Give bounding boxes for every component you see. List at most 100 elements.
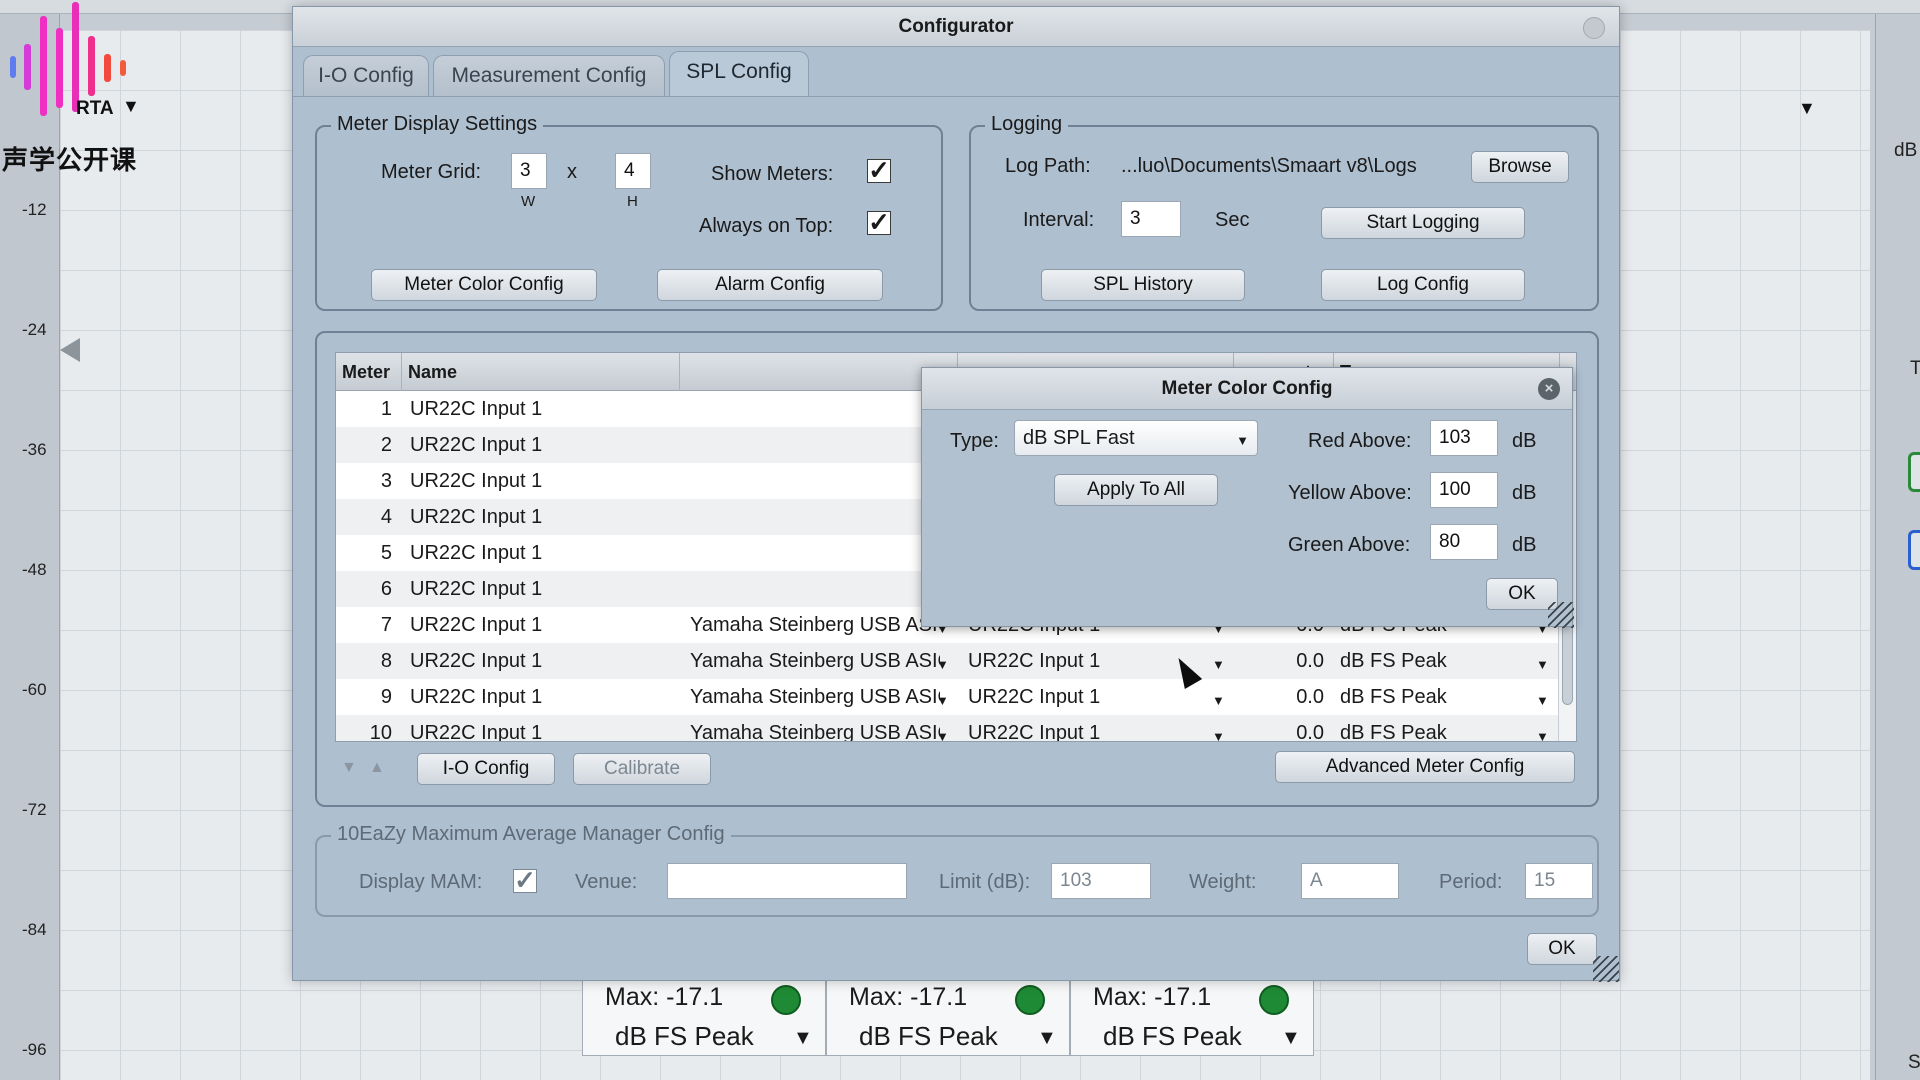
meter-name[interactable]: UR22C Input 1 (410, 427, 680, 463)
header-device[interactable] (680, 353, 958, 391)
spl-meter-tile[interactable]: Max: -17.1 dB FS Peak ▼ (826, 976, 1070, 1056)
meter-type-dropdown-icon[interactable]: ▼ (1281, 1027, 1301, 1050)
meter-name[interactable]: UR22C Input 1 (410, 391, 680, 427)
type-select[interactable]: dB FS Peak (1340, 679, 1530, 715)
period-input[interactable]: 15 (1525, 863, 1593, 899)
yellow-above-input[interactable]: 100 (1430, 472, 1498, 508)
weight-input[interactable]: A (1301, 863, 1399, 899)
chevron-down-icon[interactable]: ▼ (1536, 657, 1549, 672)
meter-name[interactable]: UR22C Input 1 (410, 463, 680, 499)
device-select[interactable] (690, 463, 940, 499)
meter-number: 6 (380, 578, 392, 600)
device-select[interactable]: Yamaha Steinberg USB ASIO (690, 679, 940, 715)
tab-io-config[interactable]: I-O Config (303, 55, 429, 97)
move-up-icon[interactable]: ▲ (369, 759, 385, 777)
meter-number: 9 (380, 686, 392, 708)
spl-meter-tile[interactable]: Max: -17.1 dB FS Peak ▼ (582, 976, 826, 1056)
table-row[interactable]: 10 UR22C Input 1 Yamaha Steinberg USB ASIO… (336, 715, 1576, 741)
spl-meter-tile[interactable]: Max: -17.1 dB FS Peak ▼ (1070, 976, 1314, 1056)
calibrate-value[interactable]: 0.0 (1234, 715, 1324, 741)
tab-measurement-config[interactable]: Measurement Config (433, 55, 665, 97)
meter-color-config-button[interactable]: Meter Color Config (371, 269, 597, 301)
meter-grid-height-input[interactable]: 4 (615, 153, 651, 189)
grid-w-label: W (521, 193, 536, 210)
dialog-resize-grip-icon[interactable] (1548, 602, 1574, 628)
limit-input[interactable]: 103 (1051, 863, 1151, 899)
device-select[interactable]: Yamaha Steinberg USB ASIO (690, 715, 940, 741)
calibrate-button[interactable]: Calibrate (573, 753, 711, 785)
meter-name[interactable]: UR22C Input 1 (410, 571, 680, 607)
chevron-down-icon[interactable]: ▼ (1212, 693, 1225, 708)
rta-dropdown-icon[interactable]: ▼ (122, 96, 140, 117)
device-select[interactable]: Yamaha Steinberg USB ASIO (690, 643, 940, 679)
interval-input[interactable]: 3 (1121, 201, 1181, 237)
advanced-meter-config-button[interactable]: Advanced Meter Config (1275, 751, 1575, 783)
axis-tick: -48 (22, 560, 47, 579)
venue-input[interactable] (667, 863, 907, 899)
chevron-down-icon[interactable]: ▼ (936, 729, 949, 741)
channel-select[interactable]: UR22C Input 1 (968, 715, 1208, 741)
header-name[interactable]: Name (402, 353, 680, 391)
tab-spl-config[interactable]: SPL Config (669, 51, 809, 97)
header-meter[interactable]: Meter (336, 353, 402, 391)
alarm-config-button[interactable]: Alarm Config (657, 269, 883, 301)
device-select[interactable]: Yamaha Steinberg USB ASIO (690, 607, 940, 643)
type-select[interactable]: dB SPL Fast ▼ (1014, 420, 1258, 456)
device-select[interactable] (690, 535, 940, 571)
device-select[interactable] (690, 571, 940, 607)
apply-to-all-button[interactable]: Apply To All (1054, 474, 1218, 506)
axis-tick: -96 (22, 1040, 47, 1059)
chevron-down-icon[interactable]: ▼ (936, 657, 949, 672)
calibrate-value[interactable]: 0.0 (1234, 679, 1324, 715)
window-title[interactable]: Configurator (293, 7, 1619, 47)
chevron-down-icon[interactable]: ▼ (1536, 693, 1549, 708)
device-select[interactable] (690, 391, 940, 427)
meter-type-dropdown-icon[interactable]: ▼ (793, 1027, 813, 1050)
side-green-button[interactable] (1908, 452, 1920, 492)
dialog-title[interactable]: Meter Color Config (922, 368, 1572, 410)
always-on-top-checkbox[interactable]: ✓ (867, 209, 891, 235)
meter-name[interactable]: UR22C Input 1 (410, 643, 680, 679)
plot-dropdown-icon[interactable]: ▼ (1798, 98, 1816, 119)
spl-history-button[interactable]: SPL History (1041, 269, 1245, 301)
log-config-button[interactable]: Log Config (1321, 269, 1525, 301)
resize-grip-icon[interactable] (1593, 956, 1619, 982)
meter-name[interactable]: UR22C Input 1 (410, 715, 680, 741)
chevron-down-icon[interactable]: ▼ (936, 693, 949, 708)
close-icon[interactable]: × (1538, 378, 1560, 400)
status-green-dot-icon (1259, 985, 1289, 1015)
meter-name[interactable]: UR22C Input 1 (410, 499, 680, 535)
show-meters-checkbox[interactable]: ✓ (867, 157, 891, 183)
meter-grid-width-input[interactable]: 3 (511, 153, 547, 189)
axis-tick: -24 (22, 320, 47, 339)
browse-button[interactable]: Browse (1471, 151, 1569, 183)
type-select[interactable]: dB FS Peak (1340, 715, 1530, 741)
meter-grid-label: Meter Grid: (381, 161, 482, 183)
red-above-input[interactable]: 103 (1430, 420, 1498, 456)
io-config-button[interactable]: I-O Config (417, 753, 555, 785)
channel-select[interactable]: UR22C Input 1 (968, 679, 1208, 715)
meter-name[interactable]: UR22C Input 1 (410, 607, 680, 643)
device-select[interactable] (690, 499, 940, 535)
type-select[interactable]: dB FS Peak (1340, 643, 1530, 679)
chevron-down-icon[interactable]: ▼ (1212, 729, 1225, 741)
side-blue-button[interactable] (1908, 530, 1920, 570)
table-row[interactable]: 8 UR22C Input 1 Yamaha Steinberg USB ASIO ▼… (336, 643, 1576, 679)
meter-name[interactable]: UR22C Input 1 (410, 535, 680, 571)
table-row[interactable]: 9 UR22C Input 1 Yamaha Steinberg USB ASIO ▼… (336, 679, 1576, 715)
device-select[interactable] (690, 427, 940, 463)
close-icon[interactable] (1583, 17, 1605, 39)
chevron-down-icon[interactable]: ▼ (1536, 729, 1549, 741)
ok-button[interactable]: OK (1527, 933, 1597, 965)
meter-type: dB FS Peak (615, 1021, 754, 1051)
move-down-icon[interactable]: ▼ (341, 759, 357, 777)
display-mam-checkbox[interactable]: ✓ (513, 867, 537, 893)
calibrate-value[interactable]: 0.0 (1234, 643, 1324, 679)
status-green-dot-icon (771, 985, 801, 1015)
chevron-down-icon[interactable]: ▼ (1212, 657, 1225, 672)
meter-name[interactable]: UR22C Input 1 (410, 679, 680, 715)
meter-type-dropdown-icon[interactable]: ▼ (1037, 1027, 1057, 1050)
threshold-marker-icon[interactable] (60, 338, 80, 362)
green-above-input[interactable]: 80 (1430, 524, 1498, 560)
start-logging-button[interactable]: Start Logging (1321, 207, 1525, 239)
